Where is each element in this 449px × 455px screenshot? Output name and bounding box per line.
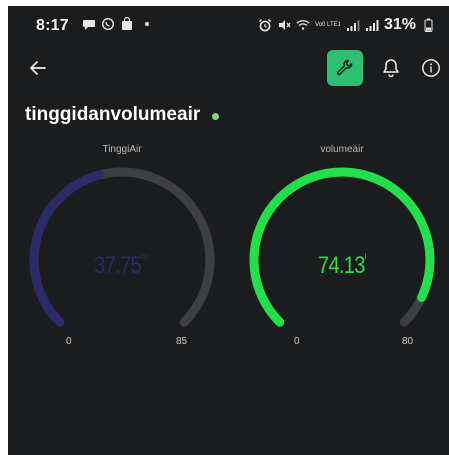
gauge-max-label: 80 (402, 336, 414, 347)
info-icon (422, 59, 440, 77)
gauge-fill (249, 167, 435, 327)
status-time: 8:17 (36, 17, 69, 34)
device-title: tinggidanvolumeair (25, 104, 201, 125)
notification-icons (82, 17, 149, 31)
app-bar (8, 46, 449, 90)
info-button[interactable] (417, 54, 445, 82)
gauge-min-label: 0 (66, 336, 72, 347)
network-type-label: Vo0 LTE1 (315, 22, 341, 28)
back-button[interactable] (24, 54, 52, 82)
battery-icon (421, 18, 435, 32)
wrench-icon (336, 59, 353, 76)
gauge-dial (29, 167, 215, 327)
online-status-dot (212, 112, 220, 120)
battery-percentage: 31% (383, 16, 416, 33)
more-notifications-dot (145, 22, 149, 26)
gauge-tinggiair: TinggiAir 37.75cm 0 85 (12, 140, 232, 360)
gauge-value: 37.75cm (29, 252, 216, 280)
chat-bubble-icon (82, 17, 96, 31)
gauge-dial (249, 167, 435, 327)
bell-icon (383, 59, 399, 78)
whatsapp-icon (101, 17, 115, 31)
notifications-button[interactable] (377, 54, 405, 82)
signal-strength-icon (346, 18, 360, 32)
arrow-left-icon (30, 61, 46, 75)
signal-strength-2-icon (365, 18, 379, 32)
status-bar: 8:17 Vo0 LTE1 31% (8, 6, 449, 42)
settings-button[interactable] (327, 50, 363, 86)
gauge-unit: cm (140, 252, 150, 261)
gauge-fill (29, 170, 104, 327)
gauge-volumeair: volumeair 74.13l 0 80 (232, 140, 449, 360)
alarm-icon (258, 18, 272, 32)
gauge-max-label: 85 (176, 336, 188, 347)
gauge-value-number: 74.13 (317, 252, 366, 279)
gauge-unit: l (364, 252, 367, 261)
gauge-value: 74.13l (249, 252, 436, 280)
device-header: tinggidanvolumeair (25, 104, 220, 126)
shopping-bag-icon (120, 17, 134, 31)
system-icons: Vo0 LTE1 31% (258, 16, 435, 34)
app-screen: 8:17 Vo0 LTE1 31% tinggidanvolumeair Tin… (8, 6, 449, 455)
gauge-min-label: 0 (294, 336, 300, 347)
mute-icon (277, 18, 291, 32)
gauge-value-number: 37.75 (94, 252, 142, 279)
wifi-icon (296, 18, 310, 32)
